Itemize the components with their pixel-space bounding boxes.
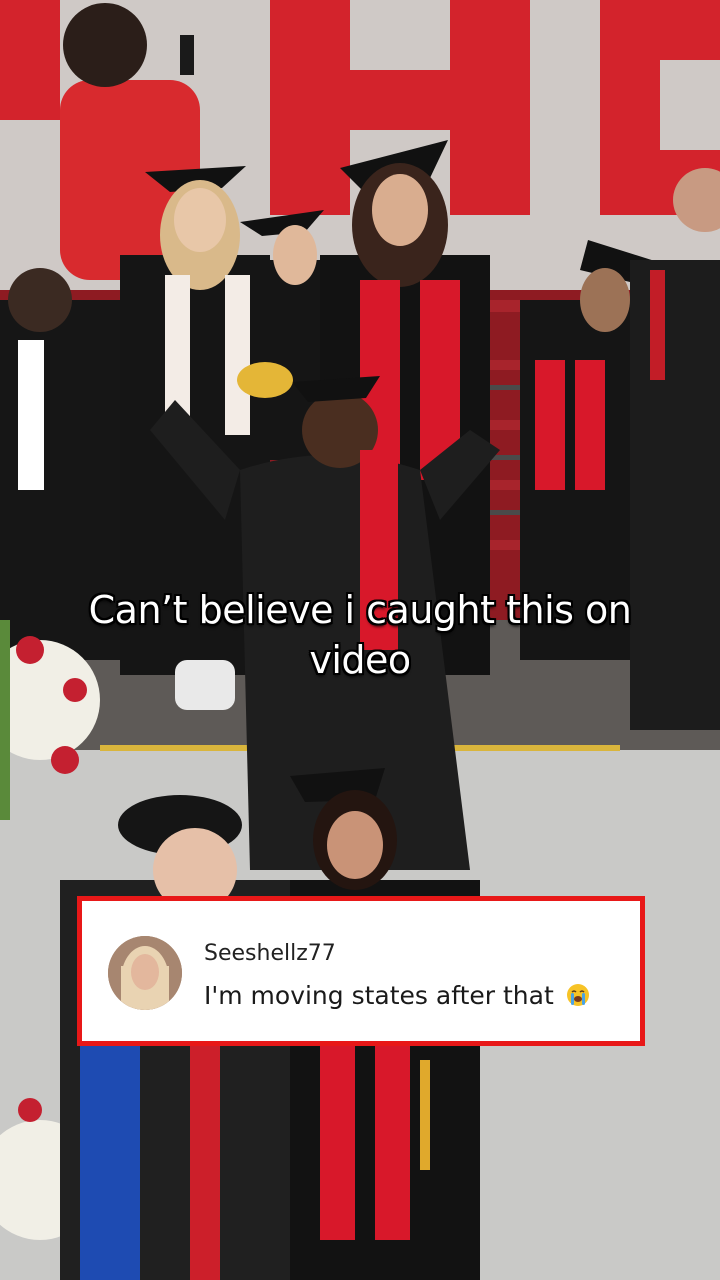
comment-body: I'm moving states after that (204, 981, 554, 1010)
comment-text: I'm moving states after that (204, 981, 590, 1010)
avatar-image (108, 936, 182, 1010)
video-caption: Can’t believe i caught this on video (30, 585, 690, 685)
caption-line-2: video (309, 638, 411, 682)
avatar[interactable] (108, 936, 182, 1010)
loudly-crying-face-icon (566, 983, 590, 1007)
reply-comment-card: Seeshellz77 I'm moving states after that (77, 896, 645, 1046)
comment-username[interactable]: Seeshellz77 (204, 941, 336, 966)
caption-line-1: Can’t believe i caught this on (88, 588, 632, 632)
